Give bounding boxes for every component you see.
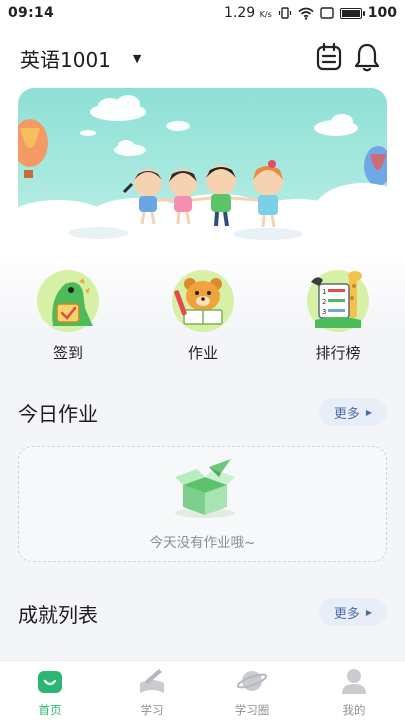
bell-icon[interactable] [353,42,381,72]
homework-entry[interactable]: 作业 [163,268,243,363]
achievements-more-button[interactable]: 更多 ▶ [319,598,387,626]
banner-illustration [18,95,387,246]
svg-text:1: 1 [322,288,326,296]
tab-study[interactable]: 学习 [112,667,192,718]
tab-home-label: 首页 [38,703,62,717]
empty-text: 今天没有作业哦~ [149,535,256,551]
vibrate-icon [278,7,291,19]
banner[interactable] [18,88,387,246]
triangle-right-icon: ▶ [365,407,373,417]
header: 英语1001 ▼ [0,36,405,78]
triangle-right-icon: ▶ [365,607,373,617]
tab-circle[interactable]: 学习圈 [212,667,292,718]
today-homework-title: 今日作业 [18,402,98,426]
more-label: 更多 [333,606,360,622]
planet-icon [236,667,268,695]
balloon-left [18,119,48,178]
tab-profile[interactable]: 我的 [314,667,394,718]
achievements-title: 成就列表 [18,603,98,627]
profile-icon [339,667,369,695]
screen-icon [320,7,334,19]
svg-text:3: 3 [322,308,326,316]
tab-study-label: 学习 [140,703,164,717]
home-screen: 09:14 1.29 K/s 100 英语1001 ▼ 签到 作业 1 2 3 … [0,0,405,720]
checkin-label: 签到 [52,344,83,362]
book-pen-icon [137,667,167,695]
wifi-icon [298,7,314,20]
empty-box-icon [175,459,235,518]
speed-unit: K/s [259,10,272,19]
bottom-tab-bar: 首页 学习 学习圈 我的 [0,660,405,720]
battery-icon [339,7,365,19]
class-name: 英语1001 [20,48,111,72]
bear-homework-icon [170,268,236,334]
ranking-label: 排行榜 [315,344,361,362]
class-selector[interactable]: 英语1001 ▼ [20,44,141,73]
dinosaur-checkin-icon [35,268,101,334]
ranking-entry[interactable]: 1 2 3 排行榜 [298,268,378,363]
battery-level: 100 [367,5,397,21]
more-label: 更多 [333,406,360,422]
tab-profile-label: 我的 [342,703,366,717]
home-icon [35,667,65,695]
svg-text:2: 2 [322,298,326,306]
status-time: 09:14 [8,5,55,21]
network-speed: 1.29 K/s [224,5,272,21]
caret-down-icon: ▼ [132,52,142,65]
status-right: 1.29 K/s 100 [224,5,397,21]
homework-label: 作业 [187,344,218,362]
status-bar: 09:14 1.29 K/s 100 [0,0,405,26]
tab-home[interactable]: 首页 [10,667,90,718]
calendar-icon[interactable] [315,42,343,72]
homework-empty-state: 今天没有作业哦~ [18,446,387,562]
today-homework-more-button[interactable]: 更多 ▶ [319,398,387,426]
giraffe-ranking-icon: 1 2 3 [305,268,371,334]
tab-circle-label: 学习圈 [234,703,270,717]
checkin-entry[interactable]: 签到 [28,268,108,363]
